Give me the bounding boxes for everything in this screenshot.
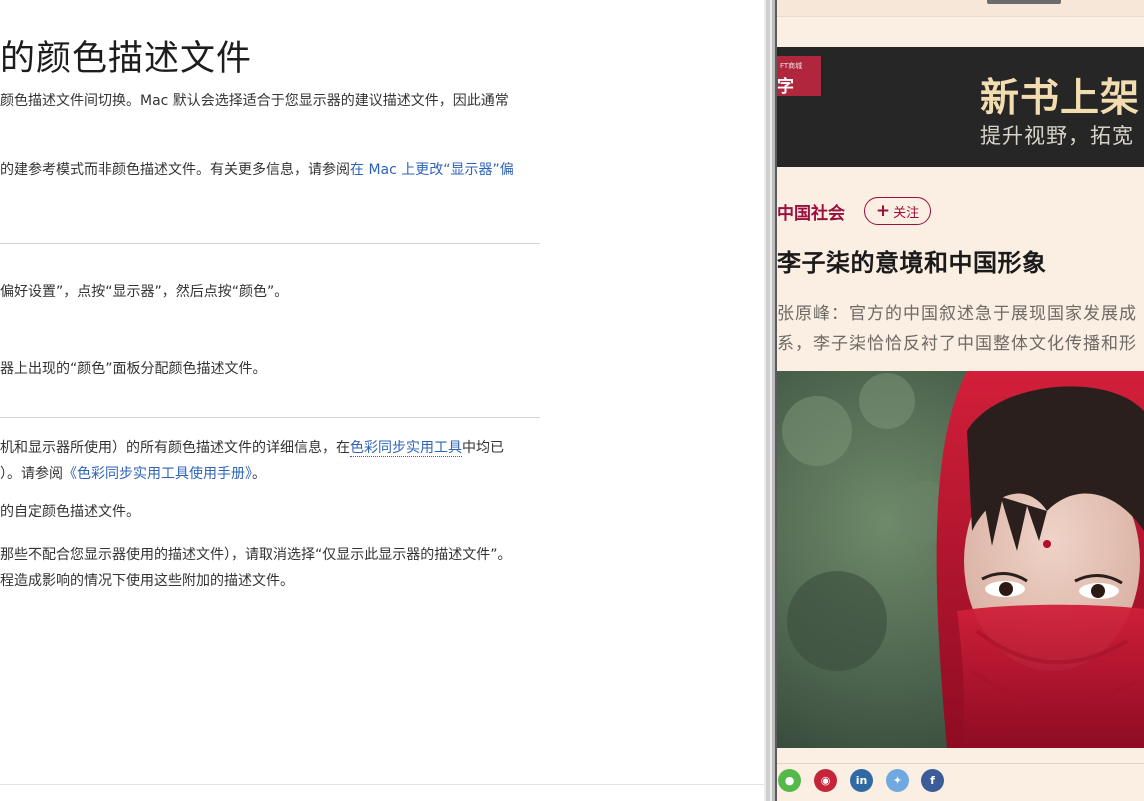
twitter-icon-glyph: ✦ <box>892 774 903 787</box>
weibo-icon[interactable]: ◉ <box>814 769 837 792</box>
article-lead-line-1: 张原峰：官方的中国叙述急于展现国家发展成 <box>777 304 1137 324</box>
details-line-3: 的自定颜色描述文件。 <box>0 504 140 520</box>
step-1-text: 偏好设置”，点按“显示器”，然后点按“颜色”。 <box>0 284 289 300</box>
intro-paragraph-2-text: 的建参考模式而非颜色描述文件。有关更多信息，请参阅 <box>0 162 350 178</box>
weibo-icon-glyph: ◉ <box>820 774 831 787</box>
top-strip <box>777 0 1144 17</box>
section-divider <box>0 243 540 244</box>
wechat-icon[interactable]: ● <box>778 769 801 792</box>
follow-label: 关注 <box>893 205 920 221</box>
details-line-5: 程造成影响的情况下使用这些附加的描述文件。 <box>0 573 294 589</box>
colorsync-utility-link[interactable]: 色彩同步实用工具 <box>350 440 462 457</box>
article-photo <box>777 371 1144 748</box>
article-title: 的颜色描述文件 <box>0 39 253 79</box>
details-line-1: 机和显示器所使用）的所有颜色描述文件的详细信息，在色彩同步实用工具中均已 <box>0 435 504 461</box>
footer-divider <box>0 784 764 785</box>
banner-subtitle: 提升视野，拓宽 <box>980 124 1134 148</box>
details-line-2-tail: 。 <box>252 466 266 482</box>
section-divider <box>0 417 540 418</box>
colorsync-guide-link[interactable]: 《色彩同步实用工具使用手册》 <box>63 466 252 482</box>
details-line-1-text: 机和显示器所使用）的所有颜色描述文件的详细信息，在 <box>0 440 350 456</box>
ft-shop-logo: FT商城 字 <box>777 56 821 97</box>
photo-woman-red-veil <box>777 371 1144 748</box>
intro-paragraph-1: 颜色描述文件间切换。Mac 默认会选择适合于您显示器的建议描述文件，因此通常 <box>0 93 509 109</box>
article-lead-line-2: 系，李子柒恰恰反衬了中国整体文化传播和形 <box>777 334 1137 354</box>
divider-edge <box>766 0 770 801</box>
ft-article-pane: FT商城 字 新书上架 提升视野，拓宽 中国社会 + 关注 李子柒的意境和中国形象… <box>777 0 1144 801</box>
banner-title: 新书上架 <box>980 76 1141 121</box>
twitter-icon[interactable]: ✦ <box>886 769 909 792</box>
linkedin-icon-glyph: in <box>855 774 868 787</box>
details-line-4: 那些不配合您显示器使用的描述文件），请取消选择“仅显示此显示器的描述文件”。 <box>0 547 512 563</box>
category-tag[interactable]: 中国社会 <box>777 199 845 224</box>
details-line-1-tail: 中均已 <box>462 440 504 456</box>
details-line-2: ）。请参阅《色彩同步实用工具使用手册》。 <box>0 461 266 487</box>
ft-shop-logo-glyph: 字 <box>777 77 794 97</box>
change-display-prefs-link[interactable]: 在 Mac 上更改“显示器”偏 <box>350 162 514 178</box>
linkedin-icon[interactable]: in <box>850 769 873 792</box>
help-article-pane: 的颜色描述文件 颜色描述文件间切换。Mac 默认会选择适合于您显示器的建议描述文… <box>0 0 764 801</box>
intro-paragraph-2: 的建参考模式而非颜色描述文件。有关更多信息，请参阅在 Mac 上更改“显示器”偏 <box>0 157 514 183</box>
new-books-banner[interactable]: FT商城 字 新书上架 提升视野，拓宽 <box>777 47 1144 167</box>
follow-button[interactable]: + 关注 <box>864 197 931 225</box>
split-view-divider[interactable] <box>764 0 777 801</box>
wechat-icon-glyph: ● <box>784 774 795 787</box>
article-headline[interactable]: 李子柒的意境和中国形象 <box>777 243 1047 278</box>
details-line-2-text: ）。请参阅 <box>0 466 63 482</box>
facebook-icon-glyph: f <box>930 774 935 787</box>
share-divider <box>777 763 1144 764</box>
facebook-icon[interactable]: f <box>921 769 944 792</box>
step-2-text: 器上出现的“颜色”面板分配颜色描述文件。 <box>0 361 267 377</box>
plus-icon: + <box>875 200 891 221</box>
top-image-thumb[interactable] <box>987 0 1061 4</box>
ft-shop-logo-label: FT商城 <box>780 62 803 70</box>
